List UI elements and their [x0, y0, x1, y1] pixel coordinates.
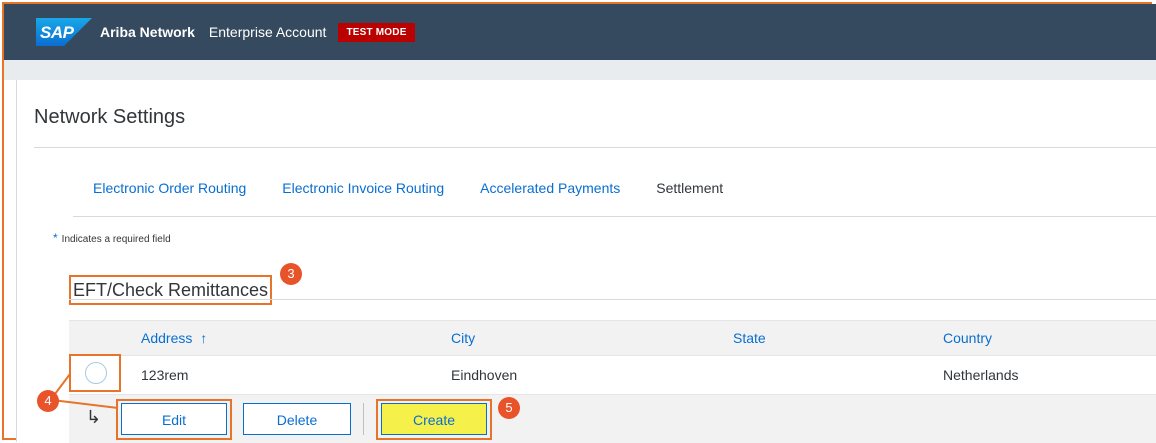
- annotation-connector: [51, 373, 119, 409]
- annotation-badge-4: 4: [37, 390, 59, 412]
